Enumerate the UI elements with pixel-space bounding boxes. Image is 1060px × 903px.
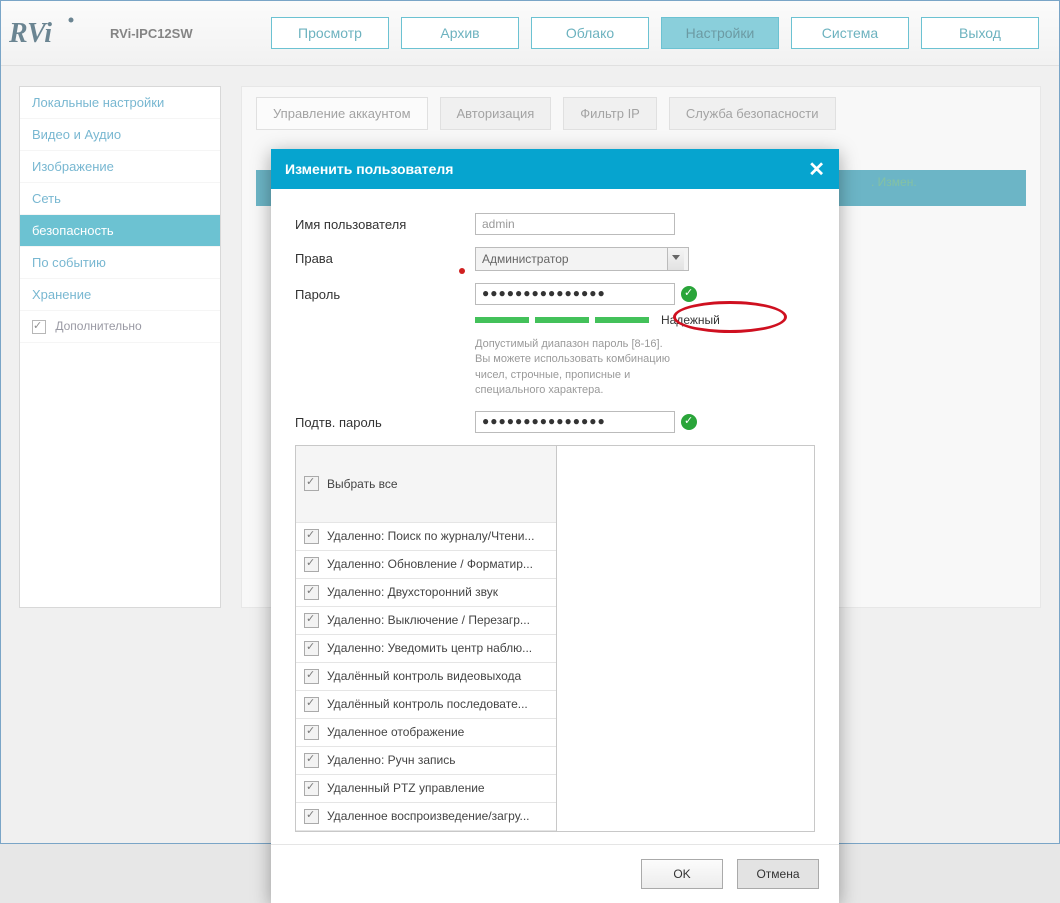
tab-security-service[interactable]: Служба безопасности <box>669 97 836 130</box>
checkbox-icon[interactable] <box>304 753 319 768</box>
permission-row[interactable]: Удалённый контроль последовате... <box>296 691 556 719</box>
annotation-dot <box>459 268 465 274</box>
select-all-label: Выбрать все <box>327 477 398 491</box>
strength-seg-1 <box>475 317 529 323</box>
username-input[interactable] <box>475 213 675 235</box>
permission-label: Удаленное отображение <box>327 725 464 739</box>
checkbox-icon[interactable] <box>304 641 319 656</box>
modal-footer: OK Отмена <box>271 844 839 903</box>
sidebar-item-network[interactable]: Сеть <box>20 183 220 215</box>
nav-preview[interactable]: Просмотр <box>271 17 389 49</box>
permission-label: Удаленно: Поиск по журналу/Чтени... <box>327 529 534 543</box>
modal-body: Имя пользователя Права Администратор Пар… <box>271 189 839 844</box>
permission-row[interactable]: Удаленный PTZ управление <box>296 775 556 803</box>
permission-label: Удаленное воспроизведение/загру... <box>327 809 530 823</box>
sidebar-item-local[interactable]: Локальные настройки <box>20 87 220 119</box>
permission-row[interactable]: Удаленное отображение <box>296 719 556 747</box>
strength-seg-2 <box>535 317 589 323</box>
check-ok-icon <box>681 414 697 430</box>
tab-ipfilter[interactable]: Фильтр IP <box>563 97 657 130</box>
rights-select[interactable]: Администратор <box>475 247 689 271</box>
nav-cloud[interactable]: Облако <box>531 17 649 49</box>
brand-logo: RVi <box>9 12 104 54</box>
permission-label: Удаленно: Уведомить центр наблю... <box>327 641 532 655</box>
label-password: Пароль <box>295 283 475 302</box>
strength-seg-3 <box>595 317 649 323</box>
permission-row[interactable]: Удалённый контроль видеовыхода <box>296 663 556 691</box>
sidebar-item-event[interactable]: По событию <box>20 247 220 279</box>
label-confirm: Подтв. пароль <box>295 411 475 430</box>
nav-exit[interactable]: Выход <box>921 17 1039 49</box>
svg-text:RVi: RVi <box>9 18 52 49</box>
sidebar: Локальные настройки Видео и Аудио Изобра… <box>19 86 221 608</box>
permission-label: Удалённый контроль видеовыхода <box>327 669 521 683</box>
nav-system[interactable]: Система <box>791 17 909 49</box>
nav-archive[interactable]: Архив <box>401 17 519 49</box>
sidebar-extra-label: Дополнительно <box>55 319 141 333</box>
sidebar-item-video-audio[interactable]: Видео и Аудио <box>20 119 220 151</box>
rights-value: Администратор <box>482 252 569 266</box>
check-ok-icon <box>681 286 697 302</box>
checkbox-icon[interactable] <box>304 809 319 824</box>
top-nav: Просмотр Архив Облако Настройки Система … <box>271 17 1039 49</box>
app-header: RVi RVi-IPC12SW Просмотр Архив Облако На… <box>1 1 1059 66</box>
sidebar-extra[interactable]: Дополнительно <box>20 311 220 343</box>
permission-label: Удаленно: Ручн запись <box>327 753 455 767</box>
select-all-row[interactable]: Выбрать все <box>296 446 556 523</box>
ok-button[interactable]: OK <box>641 859 723 889</box>
tab-auth[interactable]: Авторизация <box>440 97 552 130</box>
strip-right-text: . Измен. <box>871 175 917 189</box>
label-rights: Права <box>295 247 475 266</box>
model-label: RVi-IPC12SW <box>110 26 193 41</box>
label-username: Имя пользователя <box>295 213 475 232</box>
sidebar-item-image[interactable]: Изображение <box>20 151 220 183</box>
checkbox-icon[interactable] <box>304 529 319 544</box>
annotation-ellipse <box>673 301 787 333</box>
permission-label: Удаленно: Двухсторонний звук <box>327 585 498 599</box>
close-icon[interactable]: ✕ <box>808 157 825 182</box>
checkbox-icon[interactable] <box>304 725 319 740</box>
modal-header: Изменить пользователя ✕ <box>271 149 839 189</box>
permission-label: Удалённый контроль последовате... <box>327 697 528 711</box>
chevron-down-icon <box>672 255 680 260</box>
checkbox-icon[interactable] <box>304 697 319 712</box>
tab-bar: Управление аккаунтом Авторизация Фильтр … <box>256 97 1026 130</box>
modal-title: Изменить пользователя <box>285 161 453 177</box>
edit-user-modal: Изменить пользователя ✕ Имя пользователя… <box>271 149 839 903</box>
permission-label: Удаленный PTZ управление <box>327 781 485 795</box>
permission-row[interactable]: Удаленно: Обновление / Форматир... <box>296 551 556 579</box>
confirm-password-input[interactable]: ●●●●●●●●●●●●●●● <box>475 411 675 433</box>
permission-label: Удаленно: Выключение / Перезагр... <box>327 613 530 627</box>
password-input[interactable]: ●●●●●●●●●●●●●●● <box>475 283 675 305</box>
checkbox-icon[interactable] <box>304 613 319 628</box>
permissions-table: Выбрать все Удаленно: Поиск по журналу/Ч… <box>295 445 815 832</box>
permissions-header-row: Выбрать все Удаленно: Поиск по журналу/Ч… <box>296 446 814 831</box>
checkbox-icon[interactable] <box>304 669 319 684</box>
checkbox-icon[interactable] <box>304 781 319 796</box>
password-hint: Допустимый диапазон пароль [8-16]. Вы мо… <box>475 337 675 399</box>
checkbox-icon[interactable] <box>304 476 319 491</box>
permission-row[interactable]: Удаленно: Ручн запись <box>296 747 556 775</box>
tab-account[interactable]: Управление аккаунтом <box>256 97 428 130</box>
permission-row[interactable]: Удаленно: Поиск по журналу/Чтени... <box>296 523 556 551</box>
permission-row[interactable]: Удаленно: Уведомить центр наблю... <box>296 635 556 663</box>
permission-row[interactable]: Удаленно: Выключение / Перезагр... <box>296 607 556 635</box>
permission-row[interactable]: Удаленное воспроизведение/загру... <box>296 803 556 831</box>
cancel-button[interactable]: Отмена <box>737 859 819 889</box>
permission-label: Удаленно: Обновление / Форматир... <box>327 557 533 571</box>
nav-settings[interactable]: Настройки <box>661 17 779 49</box>
sidebar-item-security[interactable]: безопасность <box>20 215 220 247</box>
checkbox-icon[interactable] <box>304 585 319 600</box>
permission-row[interactable]: Удаленно: Двухсторонний звук <box>296 579 556 607</box>
checkbox-icon[interactable] <box>304 557 319 572</box>
checkbox-icon[interactable] <box>32 320 46 334</box>
sidebar-item-storage[interactable]: Хранение <box>20 279 220 311</box>
